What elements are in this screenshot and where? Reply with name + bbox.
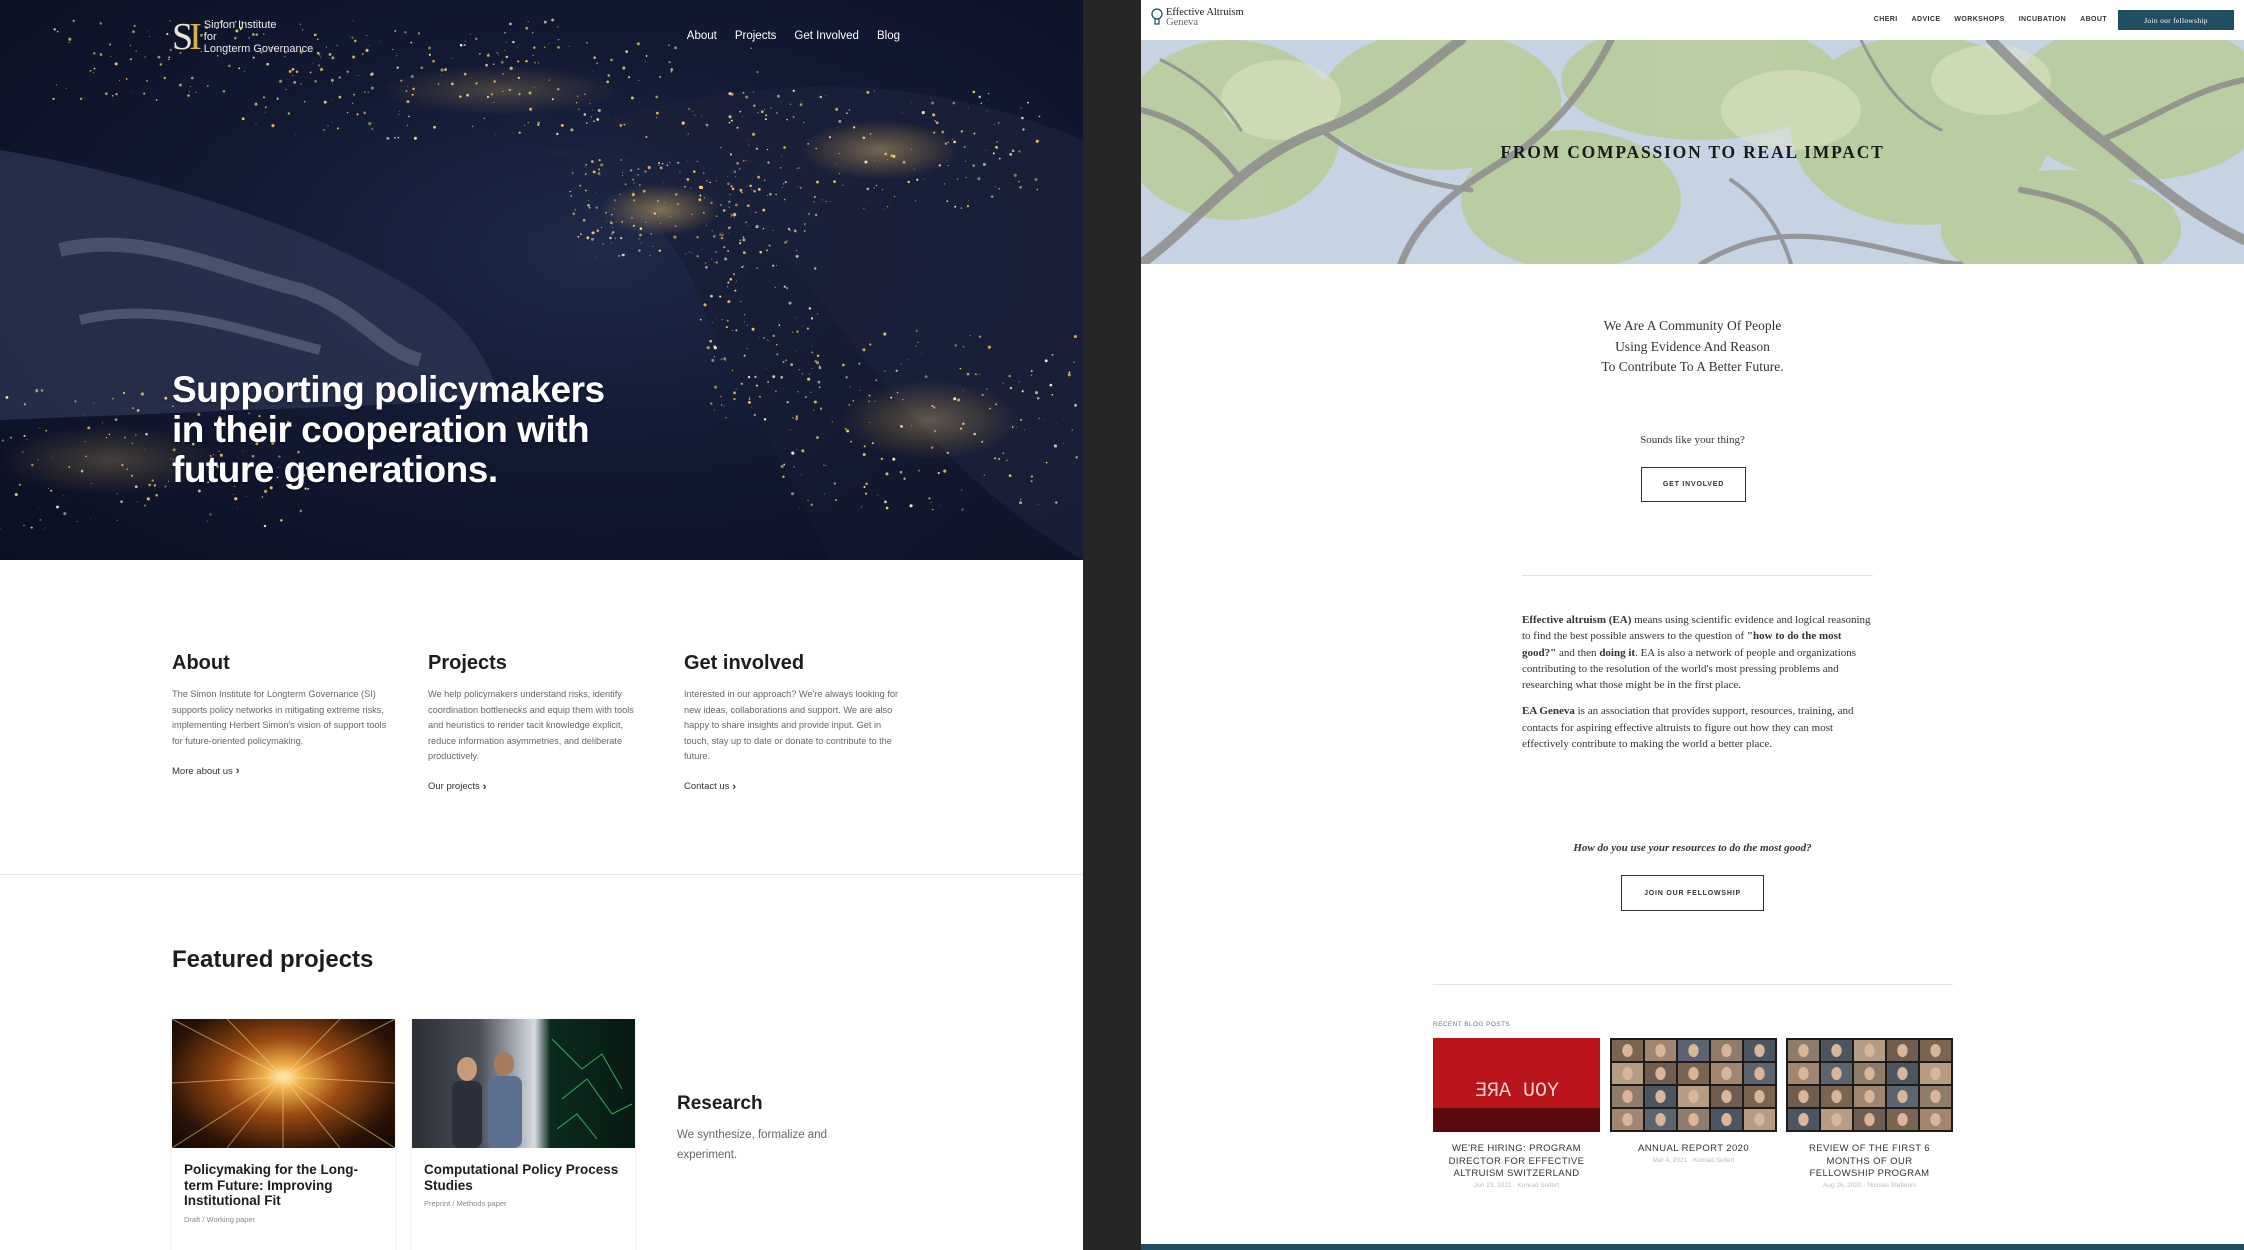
blog-post-card[interactable]: YOU ARE WE'RE HIRING: PROGRAM DIRECTOR F… bbox=[1433, 1038, 1600, 1189]
logo-line-2: for bbox=[203, 31, 217, 43]
ea-paragraph-2: EA Geneva is an association that provide… bbox=[1522, 703, 1873, 752]
neon-sign-illustration: YOU ARE bbox=[1433, 1038, 1600, 1132]
featured-projects-heading: Featured projects bbox=[172, 946, 374, 973]
projects-heading: Projects bbox=[428, 652, 507, 674]
hero-night-satellite-image: SI Simon Institute for Longterm Governan… bbox=[0, 0, 1083, 560]
research-heading: Research bbox=[677, 1093, 763, 1114]
our-projects-label: Our projects bbox=[428, 781, 480, 792]
divider bbox=[1522, 575, 1873, 576]
blog-post-image bbox=[1786, 1038, 1953, 1132]
project-card-title: Policymaking for the Long-term Future: I… bbox=[184, 1162, 359, 1208]
hero-tree-canopy-banner: FROM COMPASSION TO REAL IMPACT bbox=[1141, 40, 2244, 264]
project-card[interactable]: Computational Policy Process Studies Pre… bbox=[412, 1019, 635, 1250]
blog-post-title: WE'RE HIRING: PROGRAM DIRECTOR FOR EFFEC… bbox=[1448, 1143, 1585, 1179]
contact-us-label: Contact us bbox=[684, 781, 730, 792]
chevron-right-icon: › bbox=[235, 765, 240, 777]
join-fellowship-header-button[interactable]: Join our fellowship bbox=[2118, 10, 2234, 30]
sounds-like-your-thing: Sounds like your thing? bbox=[1640, 434, 1745, 446]
logo-line-1: Simon Institute bbox=[203, 19, 277, 31]
video-call-grid bbox=[1788, 1040, 1951, 1130]
ea-paragraph-1: Effective altruism (EA) means using scie… bbox=[1522, 612, 1873, 693]
neon-sign-text: YOU ARE bbox=[1475, 1080, 1559, 1103]
research-block: Research We synthesize, formalize and ex… bbox=[677, 1093, 867, 1165]
logo-line-2: Geneva bbox=[1166, 17, 1199, 28]
light-burst-illustration bbox=[172, 1019, 395, 1148]
site-header: Effective Altruism Geneva CHERI ADVICE W… bbox=[1141, 0, 2244, 40]
people-at-screen-illustration bbox=[452, 1038, 633, 1148]
get-involved-heading: Get involved bbox=[684, 652, 805, 674]
more-about-us-link[interactable]: More about us › bbox=[172, 765, 239, 777]
blog-post-meta: Mar 4, 2021 · Konrad Seifert bbox=[1652, 1156, 1735, 1164]
project-card-tag: Draft / Working paper bbox=[184, 1214, 256, 1224]
get-involved-column: Get involved Interested in our approach?… bbox=[684, 652, 906, 794]
section-divider bbox=[0, 874, 1083, 875]
nav-advice[interactable]: ADVICE bbox=[1912, 16, 1941, 23]
divider bbox=[1433, 984, 1953, 985]
logo-text: Effective Altruism Geneva bbox=[1166, 7, 1244, 28]
more-about-us-label: More about us bbox=[172, 765, 233, 777]
chevron-right-icon: › bbox=[482, 780, 487, 793]
recent-blog-posts-label: RECENT BLOG POSTS bbox=[1433, 1021, 1511, 1028]
blog-post-image bbox=[1610, 1038, 1777, 1132]
blog-post-image: YOU ARE bbox=[1433, 1038, 1600, 1132]
doing-it: doing it bbox=[1599, 646, 1636, 659]
ea-geneva-page: Effective Altruism Geneva CHERI ADVICE W… bbox=[1141, 0, 2244, 1250]
blog-post-card[interactable]: ANNUAL REPORT 2020 Mar 4, 2021 · Konrad … bbox=[1610, 1038, 1777, 1164]
site-logo[interactable]: Effective Altruism Geneva bbox=[1151, 7, 1244, 28]
blog-post-card[interactable]: REVIEW OF THE FIRST 6 MONTHS OF OUR FELL… bbox=[1786, 1038, 1953, 1189]
about-heading: About bbox=[172, 652, 230, 674]
si-logo-text: Simon Institute for Longterm Governance bbox=[204, 19, 313, 55]
nav-blog[interactable]: Blog bbox=[877, 30, 900, 42]
ea-term: Effective altruism (EA) bbox=[1522, 614, 1632, 626]
join-fellowship-button[interactable]: JOIN OUR FELLOWSHIP bbox=[1621, 875, 1764, 911]
nav-incubation[interactable]: INCUBATION bbox=[2019, 16, 2066, 23]
project-card-image bbox=[412, 1019, 635, 1148]
nav-workshops[interactable]: WORKSHOPS bbox=[1954, 16, 2004, 23]
project-card[interactable]: Policymaking for the Long-term Future: I… bbox=[172, 1019, 395, 1250]
nav-cheri[interactable]: CHERI bbox=[1874, 16, 1898, 23]
resources-question: How do you use your resources to do the … bbox=[1573, 842, 1812, 854]
ea-description: Effective altruism (EA) means using scie… bbox=[1522, 612, 1873, 752]
about-column: About The Simon Institute for Longterm G… bbox=[172, 652, 394, 794]
ea-geneva-term: EA Geneva bbox=[1522, 705, 1575, 718]
blog-post-title: ANNUAL REPORT 2020 bbox=[1637, 1143, 1750, 1154]
get-involved-button[interactable]: GET INVOLVED bbox=[1641, 467, 1746, 502]
logo-line-3: Longterm Governance bbox=[203, 43, 314, 55]
research-text: We synthesize, formalize and experiment. bbox=[677, 1129, 827, 1161]
nav-projects[interactable]: Projects bbox=[735, 30, 777, 42]
hero-title: FROM COMPASSION TO REAL IMPACT bbox=[1500, 142, 1885, 162]
community-tagline: We Are A Community Of People Using Evide… bbox=[1601, 318, 1784, 374]
lightbulb-icon bbox=[1151, 8, 1163, 25]
video-call-grid bbox=[1612, 1040, 1775, 1130]
main-nav: About Projects Get Involved Blog bbox=[687, 30, 900, 42]
about-text: The Simon Institute for Longterm Governa… bbox=[172, 689, 387, 746]
projects-text: We help policymakers understand risks, i… bbox=[428, 689, 634, 761]
main-nav: CHERI ADVICE WORKSHOPS INCUBATION ABOUT bbox=[1874, 16, 2107, 23]
chevron-right-icon: › bbox=[732, 780, 737, 793]
project-card-image bbox=[172, 1019, 395, 1148]
footer-bar bbox=[1141, 1244, 2244, 1250]
site-logo[interactable]: SI Simon Institute for Longterm Governan… bbox=[172, 18, 313, 56]
nav-about[interactable]: ABOUT bbox=[2080, 16, 2107, 23]
blog-post-meta: Jun 23, 2021 · Konrad Seifert bbox=[1474, 1181, 1559, 1189]
simon-institute-page: SI Simon Institute for Longterm Governan… bbox=[0, 0, 1083, 1250]
nav-get-involved[interactable]: Get Involved bbox=[794, 30, 859, 42]
our-projects-link[interactable]: Our projects › bbox=[428, 781, 486, 793]
si-logo-mark: SI bbox=[172, 16, 202, 58]
project-card-title: Computational Policy Process Studies bbox=[424, 1162, 619, 1193]
intro-columns: About The Simon Institute for Longterm G… bbox=[172, 652, 906, 794]
blog-post-meta: Aug 26, 2020 · Nicolas Stefanini bbox=[1823, 1181, 1916, 1189]
nav-about[interactable]: About bbox=[687, 30, 717, 42]
text-run: and then bbox=[1556, 646, 1600, 659]
project-card-tag: Preprint / Methods paper bbox=[424, 1199, 507, 1208]
hero-headline: Supporting policymakers in their coopera… bbox=[172, 369, 605, 490]
contact-us-link[interactable]: Contact us › bbox=[684, 781, 736, 793]
get-involved-text: Interested in our approach? We're always… bbox=[684, 689, 899, 761]
projects-column: Projects We help policymakers understand… bbox=[428, 652, 650, 794]
blog-post-title: REVIEW OF THE FIRST 6 MONTHS OF OUR FELL… bbox=[1808, 1143, 1930, 1179]
